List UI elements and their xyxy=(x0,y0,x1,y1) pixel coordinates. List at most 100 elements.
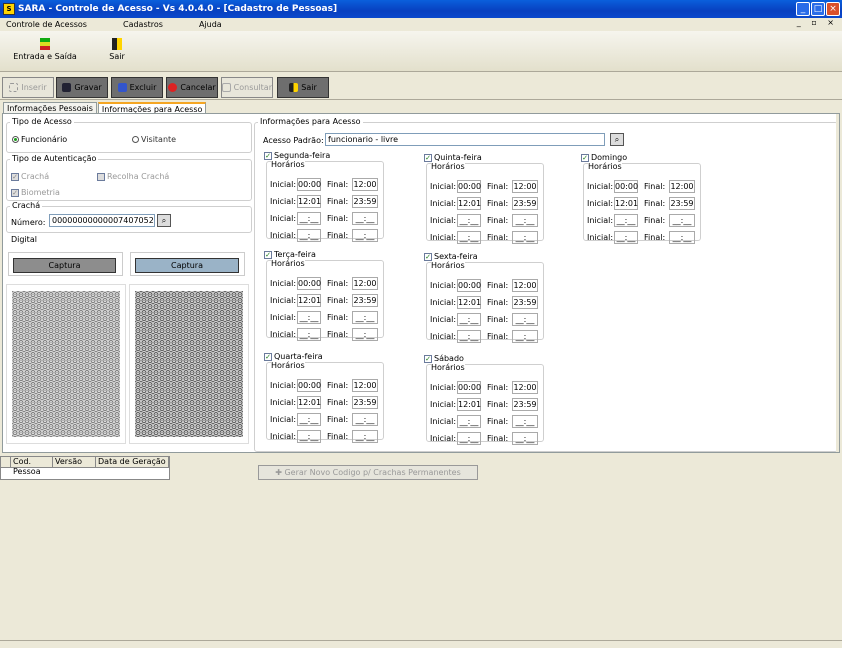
inicial-input[interactable]: __:__ xyxy=(457,415,481,428)
day-checkbox[interactable]: ✓ Sexta-feira xyxy=(424,252,478,261)
inicial-input[interactable]: 12:01 xyxy=(457,296,481,309)
final-input[interactable]: __:__ xyxy=(512,330,538,343)
inicial-input[interactable]: 00:00 xyxy=(297,277,321,290)
big-sair-button[interactable]: Sair xyxy=(100,34,134,61)
final-input[interactable]: __:__ xyxy=(512,432,538,445)
sair-button[interactable]: Sair xyxy=(277,77,329,98)
final-input[interactable]: __:__ xyxy=(352,311,378,324)
inicial-input[interactable]: 12:01 xyxy=(297,195,321,208)
menu-ajuda[interactable]: Ajuda xyxy=(199,20,222,29)
maximize-button[interactable]: □ xyxy=(811,2,825,16)
final-input[interactable]: __:__ xyxy=(352,413,378,426)
day-checkbox[interactable]: ✓ Quinta-feira xyxy=(424,153,482,162)
consultar-button[interactable]: Consultar xyxy=(221,77,273,98)
close-button[interactable]: × xyxy=(826,2,840,16)
final-input[interactable]: __:__ xyxy=(352,328,378,341)
entrada-saida-button[interactable]: Entrada e Saída xyxy=(10,34,80,61)
inicial-input[interactable]: __:__ xyxy=(297,328,321,341)
final-input[interactable]: 12:00 xyxy=(669,180,695,193)
inicial-input[interactable]: __:__ xyxy=(457,231,481,244)
menu-cadastros[interactable]: Cadastros xyxy=(123,20,163,29)
cancelar-button[interactable]: Cancelar xyxy=(166,77,218,98)
horario-row: Inicial: __:__ Final: __:__ xyxy=(270,430,382,443)
inicial-input[interactable]: __:__ xyxy=(457,432,481,445)
day-1: ✓ Quinta-feira Horários Inicial: 00:00 Final:… xyxy=(424,153,546,248)
final-input[interactable]: 23:59 xyxy=(352,195,378,208)
inicial-input[interactable]: __:__ xyxy=(614,214,638,227)
final-input[interactable]: __:__ xyxy=(352,212,378,225)
inicial-input[interactable]: 00:00 xyxy=(297,178,321,191)
col-versao[interactable]: Versão xyxy=(53,457,96,467)
day-checkbox[interactable]: ✓ Quarta-feira xyxy=(264,352,323,361)
app-logo-icon: S xyxy=(3,3,15,15)
codes-grid[interactable]: Cod. Pessoa Versão Data de Geração xyxy=(0,456,170,480)
final-input[interactable]: __:__ xyxy=(669,214,695,227)
inicial-input[interactable]: __:__ xyxy=(457,313,481,326)
final-input[interactable]: __:__ xyxy=(352,229,378,242)
inicial-input[interactable]: __:__ xyxy=(614,231,638,244)
inicial-input[interactable]: 00:00 xyxy=(457,180,481,193)
inicial-input[interactable]: __:__ xyxy=(297,311,321,324)
final-input[interactable]: 12:00 xyxy=(512,279,538,292)
check-biometria[interactable]: ✓ Biometria xyxy=(11,188,60,197)
final-input[interactable]: 23:59 xyxy=(512,398,538,411)
day-checkbox[interactable]: ✓ Terça-feira xyxy=(264,250,316,259)
inicial-input[interactable]: __:__ xyxy=(457,214,481,227)
check-cracha[interactable]: ✓ Crachá xyxy=(11,172,49,181)
inicial-input[interactable]: 12:01 xyxy=(614,197,638,210)
inicial-input[interactable]: 00:00 xyxy=(297,379,321,392)
menu-controle[interactable]: Controle de Acessos xyxy=(6,20,87,29)
inicial-input[interactable]: 12:01 xyxy=(457,398,481,411)
inicial-input[interactable]: 12:01 xyxy=(297,396,321,409)
inicial-input[interactable]: 12:01 xyxy=(457,197,481,210)
digital-group: Digital Captura Captura xyxy=(6,235,252,452)
day-3: ✓ Terça-feira Horários Inicial: 00:00 Final: 1… xyxy=(264,250,386,345)
final-input[interactable]: __:__ xyxy=(512,214,538,227)
inicial-input[interactable]: 00:00 xyxy=(457,279,481,292)
final-input[interactable]: 12:00 xyxy=(512,180,538,193)
radio-funcionario[interactable]: Funcionário xyxy=(12,135,67,144)
search-cracha-button[interactable]: ⌕ xyxy=(157,214,171,227)
final-input[interactable]: 23:59 xyxy=(669,197,695,210)
inicial-input[interactable]: 12:01 xyxy=(297,294,321,307)
excluir-button[interactable]: Excluir xyxy=(111,77,163,98)
search-acesso-button[interactable]: ⌕ xyxy=(610,133,624,146)
horario-row: Inicial: __:__ Final: __:__ xyxy=(270,328,382,341)
gravar-button[interactable]: Gravar xyxy=(56,77,108,98)
final-input[interactable]: 23:59 xyxy=(352,396,378,409)
final-input[interactable]: 12:00 xyxy=(352,379,378,392)
inicial-input[interactable]: __:__ xyxy=(297,430,321,443)
final-input[interactable]: __:__ xyxy=(669,231,695,244)
inicial-input[interactable]: 00:00 xyxy=(457,381,481,394)
numero-input[interactable]: 00000000000007407052 xyxy=(49,214,155,227)
final-input[interactable]: 12:00 xyxy=(352,277,378,290)
inserir-button[interactable]: Inserir xyxy=(2,77,54,98)
gerar-codigo-button[interactable]: ✚ Gerar Novo Codigo p/ Crachas Permanent… xyxy=(258,465,478,480)
final-input[interactable]: 12:00 xyxy=(512,381,538,394)
mdi-controls[interactable]: _ ▫ × xyxy=(797,18,838,27)
inicial-input[interactable]: 00:00 xyxy=(614,180,638,193)
final-input[interactable]: 23:59 xyxy=(352,294,378,307)
minimize-button[interactable]: _ xyxy=(796,2,810,16)
inicial-input[interactable]: __:__ xyxy=(457,330,481,343)
final-input[interactable]: __:__ xyxy=(512,313,538,326)
radio-visitante[interactable]: Visitante xyxy=(132,135,176,144)
day-checkbox[interactable]: ✓ Sábado xyxy=(424,354,464,363)
inicial-input[interactable]: __:__ xyxy=(297,413,321,426)
captura-button-2[interactable]: Captura xyxy=(135,258,239,273)
acesso-padrao-input[interactable]: funcionario - livre xyxy=(325,133,605,146)
final-input[interactable]: 12:00 xyxy=(352,178,378,191)
final-input[interactable]: 23:59 xyxy=(512,197,538,210)
inicial-input[interactable]: __:__ xyxy=(297,229,321,242)
captura-button-1[interactable]: Captura xyxy=(13,258,116,273)
final-input[interactable]: __:__ xyxy=(512,231,538,244)
check-recolha[interactable]: Recolha Crachá xyxy=(97,172,169,181)
final-input[interactable]: __:__ xyxy=(512,415,538,428)
day-checkbox[interactable]: ✓ Domingo xyxy=(581,153,627,162)
final-input[interactable]: 23:59 xyxy=(512,296,538,309)
inicial-input[interactable]: __:__ xyxy=(297,212,321,225)
day-checkbox[interactable]: ✓ Segunda-feira xyxy=(264,151,330,160)
final-input[interactable]: __:__ xyxy=(352,430,378,443)
col-data-geracao[interactable]: Data de Geração xyxy=(96,457,169,467)
col-cod-pessoa[interactable]: Cod. Pessoa xyxy=(11,457,53,476)
